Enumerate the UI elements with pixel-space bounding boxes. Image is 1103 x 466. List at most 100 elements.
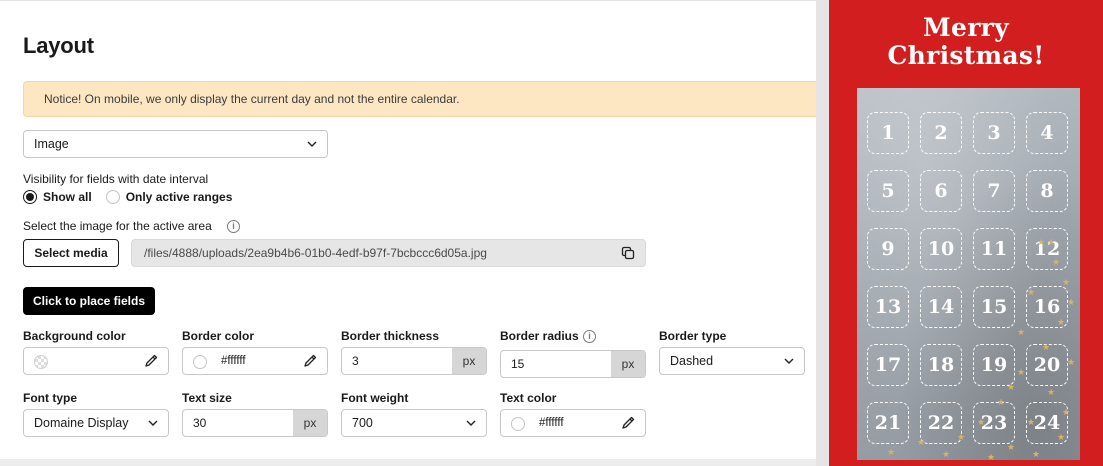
star-confetti: ★	[957, 432, 966, 442]
border-color-swatch	[193, 355, 207, 369]
preview-heading-line1: Merry	[923, 13, 1009, 42]
font-weight-select[interactable]: 700	[341, 409, 487, 437]
background-color-field[interactable]	[23, 347, 169, 375]
background-color-label: Background color	[23, 329, 126, 343]
border-type-label: Border type	[659, 329, 727, 343]
star-confetti: ★	[1042, 342, 1051, 352]
star-confetti: ★	[917, 437, 926, 447]
border-thickness-input[interactable]: 3 px	[341, 347, 487, 375]
image-path-value: /files/4888/uploads/2ea9b4b6-01b0-4edf-b…	[144, 246, 487, 260]
calendar-day: 18	[920, 344, 962, 386]
layout-type-value: Image	[34, 137, 69, 151]
top-divider	[0, 0, 816, 1]
star-confetti: ★	[997, 397, 1006, 407]
border-color-field[interactable]: #ffffff	[182, 347, 328, 375]
star-confetti: ★	[1067, 297, 1076, 307]
radio-show-all-label: Show all	[43, 190, 92, 204]
page-title: Layout	[23, 33, 94, 58]
calendar-day: 8	[1026, 170, 1068, 212]
star-confetti: ★	[1062, 407, 1071, 417]
star-confetti: ★	[1047, 387, 1056, 397]
border-thickness-label: Border thickness	[341, 329, 440, 343]
calendar-day: 21	[867, 402, 909, 444]
mobile-notice: Notice! On mobile, we only display the c…	[23, 81, 816, 117]
font-type-select[interactable]: Domaine Display	[23, 409, 169, 437]
calendar-day: 22	[920, 402, 962, 444]
chevron-down-icon	[466, 420, 476, 426]
star-confetti: ★	[1067, 357, 1076, 367]
layout-type-select[interactable]: Image	[23, 130, 328, 158]
calendar-day: 12	[1026, 228, 1068, 270]
text-size-unit: px	[293, 410, 327, 436]
calendar-day: 4	[1026, 112, 1068, 154]
font-type-label: Font type	[23, 391, 77, 405]
copy-icon[interactable]	[621, 246, 635, 260]
star-confetti: ★	[1032, 449, 1041, 459]
radio-show-all[interactable]	[23, 190, 37, 204]
star-confetti: ★	[1007, 442, 1016, 452]
border-color-label: Border color	[182, 329, 255, 343]
star-confetti: ★	[1057, 432, 1066, 442]
text-size-value: 30	[193, 416, 207, 430]
star-confetti: ★	[987, 452, 996, 461]
gutter	[816, 0, 829, 466]
border-color-value: #ffffff	[221, 355, 246, 367]
border-radius-value: 15	[511, 357, 525, 371]
calendar-day: 1	[867, 112, 909, 154]
place-fields-button[interactable]: Click to place fields	[23, 287, 155, 315]
calendar-day: 7	[973, 170, 1015, 212]
border-radius-input[interactable]: 15 px	[500, 350, 646, 378]
image-path-field: /files/4888/uploads/2ea9b4b6-01b0-4edf-b…	[131, 239, 646, 267]
chevron-down-icon	[148, 420, 158, 426]
calendar-day: 13	[867, 286, 909, 328]
info-icon[interactable]: i	[227, 220, 240, 233]
calendar-image: 1 2 3 4 5 6 7 8 9 10 11 12 13 14 15 16 17 18 19 20 21 22 23 24 ★…	[857, 88, 1080, 460]
border-thickness-value: 3	[352, 354, 359, 368]
border-type-value: Dashed	[670, 354, 714, 368]
text-color-swatch	[511, 417, 525, 431]
preview-heading: Merry Christmas!	[829, 14, 1103, 70]
text-size-input[interactable]: 30 px	[182, 409, 328, 437]
radio-only-active-label: Only active ranges	[125, 190, 233, 204]
calendar-day: 5	[867, 170, 909, 212]
star-confetti: ★	[977, 417, 986, 427]
background-color-swatch	[34, 355, 48, 369]
select-media-button[interactable]: Select media	[23, 239, 119, 267]
chevron-down-icon	[307, 141, 317, 147]
font-type-value: Domaine Display	[34, 416, 129, 430]
star-confetti: ★	[1052, 257, 1061, 267]
border-radius-label: Border radius	[500, 329, 579, 343]
star-confetti: ★	[1057, 317, 1066, 327]
border-radius-info-icon[interactable]: i	[583, 330, 596, 343]
border-thickness-unit: px	[452, 348, 486, 374]
font-weight-label: Font weight	[341, 391, 409, 405]
star-confetti: ★	[1017, 367, 1026, 377]
eyedropper-icon[interactable]	[621, 416, 635, 430]
calendar-day: 6	[920, 170, 962, 212]
calendar-day: 3	[973, 112, 1015, 154]
font-weight-value: 700	[352, 416, 373, 430]
calendar-day: 11	[973, 228, 1015, 270]
calendar-day: 15	[973, 286, 1015, 328]
text-color-value: #ffffff	[539, 417, 564, 429]
calendar-day: 14	[920, 286, 962, 328]
star-confetti: ★	[1047, 237, 1056, 247]
border-type-select[interactable]: Dashed	[659, 347, 805, 375]
star-confetti: ★	[1017, 327, 1026, 337]
border-radius-unit: px	[611, 351, 645, 377]
star-confetti: ★	[1007, 382, 1016, 392]
text-size-label: Text size	[182, 391, 232, 405]
calendar-day: 2	[920, 112, 962, 154]
calendar-day: 9	[867, 228, 909, 270]
star-confetti: ★	[1027, 417, 1036, 427]
eyedropper-icon[interactable]	[144, 354, 158, 368]
eyedropper-icon[interactable]	[303, 354, 317, 368]
chevron-down-icon	[784, 358, 794, 364]
radio-only-active[interactable]	[105, 190, 120, 204]
bottom-bar	[0, 459, 816, 466]
visibility-radio-group: Show all Only active ranges	[23, 189, 232, 205]
text-color-field[interactable]: #ffffff	[500, 409, 646, 437]
star-confetti: ★	[1062, 277, 1071, 287]
visibility-label: Visibility for fields with date interval	[23, 172, 209, 186]
preview-heading-line2: Christmas!	[887, 41, 1045, 70]
